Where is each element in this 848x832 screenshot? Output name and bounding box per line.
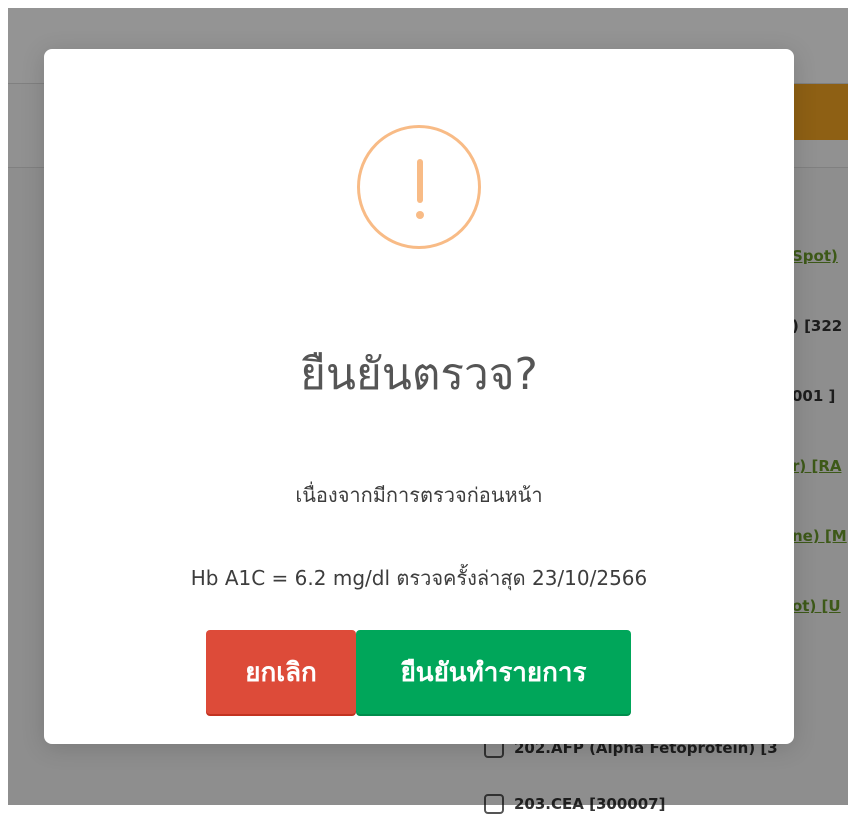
screenshot-border bbox=[0, 0, 8, 805]
confirm-dialog: ยืนยันตรวจ? เนื่องจากมีการตรวจก่อนหน้า H… bbox=[44, 49, 794, 744]
exclamation-bar bbox=[417, 159, 423, 203]
cancel-button[interactable]: ยกเลิก bbox=[206, 630, 356, 714]
screenshot-border bbox=[0, 0, 848, 8]
exclamation-warning-icon bbox=[357, 125, 481, 249]
dialog-last-result: Hb A1C = 6.2 mg/dl ตรวจครั้งล่าสุด 23/10… bbox=[190, 566, 648, 590]
dialog-title: ยืนยันตรวจ? bbox=[300, 349, 538, 400]
exclamation-dot bbox=[416, 211, 424, 219]
confirm-button[interactable]: ยืนยันทำรายการ bbox=[356, 630, 631, 714]
dialog-message: เนื่องจากมีการตรวจก่อนหน้า bbox=[295, 483, 543, 507]
